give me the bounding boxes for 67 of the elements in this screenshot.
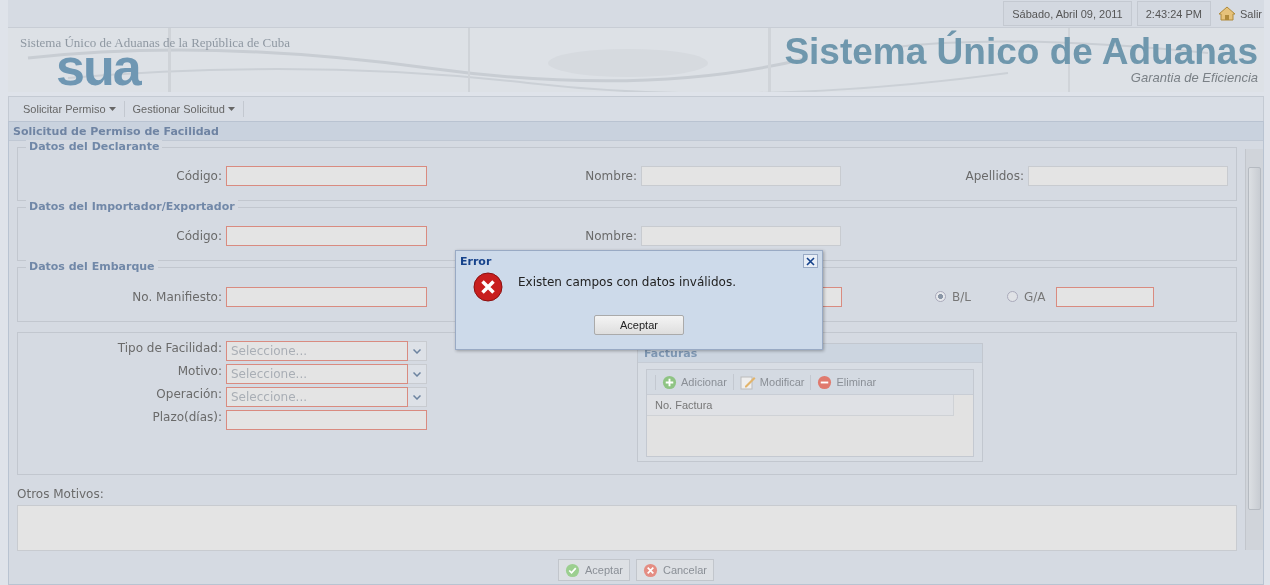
field-label: Nombre: xyxy=(584,229,637,243)
menu-item[interactable]: Gestionar Solicitud xyxy=(124,101,244,117)
error-icon xyxy=(472,271,504,303)
toolbar-button[interactable]: Eliminar xyxy=(810,374,883,390)
input-field[interactable] xyxy=(1055,287,1154,307)
logo: sua xyxy=(56,47,140,87)
fieldset-legend: Datos del Declarante xyxy=(26,140,163,153)
input-field[interactable] xyxy=(226,166,427,186)
dropdown-trigger[interactable] xyxy=(408,387,427,407)
field-label: Otros Motivos: xyxy=(17,487,105,501)
field-label: Código: xyxy=(175,169,222,183)
plus-icon xyxy=(662,374,677,390)
form-button[interactable]: Aceptar xyxy=(558,559,630,581)
dropdown-field[interactable]: Seleccione... xyxy=(226,387,408,407)
minus-icon xyxy=(817,374,833,390)
dropdown-field[interactable]: Seleccione... xyxy=(226,341,408,361)
dialog-title: Error xyxy=(460,254,492,268)
radio-option[interactable]: B/L xyxy=(935,289,971,304)
field-label: No. Manifiesto: xyxy=(131,289,222,304)
input-field[interactable] xyxy=(641,166,841,186)
radio-button[interactable] xyxy=(1006,291,1018,302)
check-icon xyxy=(565,562,580,578)
scrollbar[interactable] xyxy=(1245,149,1263,550)
chevron-down-icon xyxy=(413,348,421,354)
field-label: Operación: xyxy=(155,387,222,403)
panel-title: Solicitud de Permiso de Facilidad xyxy=(9,122,1263,141)
form-button[interactable]: Cancelar xyxy=(635,559,714,581)
input-field[interactable] xyxy=(226,286,427,307)
menu-item[interactable]: Solicitar Permiso xyxy=(15,101,125,117)
toolbar-button[interactable]: Modificar xyxy=(732,374,811,390)
radio-button[interactable] xyxy=(935,291,946,302)
close-icon xyxy=(642,562,658,578)
field-label: Apellidos: xyxy=(964,169,1024,183)
fieldset-legend: Datos del Embarque xyxy=(26,260,158,273)
caret-icon xyxy=(227,107,235,111)
header-caption: Sistema Único de Aduanas de la República de Cuba xyxy=(20,35,291,50)
field-label: Código: xyxy=(175,229,222,243)
radio-option[interactable]: G/A xyxy=(1006,289,1046,304)
pencil-icon xyxy=(739,374,756,390)
dialog-ok-button[interactable]: Aceptar xyxy=(594,315,684,335)
chevron-down-icon xyxy=(413,371,421,377)
dropdown-trigger[interactable] xyxy=(408,341,427,361)
toolbar-button[interactable]: Adicionar xyxy=(655,374,733,390)
dropdown-trigger[interactable] xyxy=(408,364,427,384)
dropdown-field[interactable]: Seleccione... xyxy=(226,364,408,384)
input-field[interactable] xyxy=(641,226,841,246)
app-title: Sistema Único de Aduanas xyxy=(784,32,1258,72)
field-label: Plazo(días): xyxy=(151,410,222,426)
date-label: Sábado, Abril 09, 2011 xyxy=(1003,1,1132,26)
dialog-message: Existen campos con datos inválidos. xyxy=(518,275,736,289)
input-field[interactable] xyxy=(1028,166,1228,186)
field-label: Tipo de Facilidad: xyxy=(116,341,222,357)
logout-link[interactable]: Salir xyxy=(1216,6,1264,21)
fieldset-legend: Datos del Importador/Exportador xyxy=(26,200,238,213)
time-label: 2:43:24 PM xyxy=(1136,1,1211,26)
column-header[interactable]: No. Factura xyxy=(647,395,954,416)
chevron-down-icon xyxy=(413,394,421,400)
text-area[interactable] xyxy=(17,505,1237,551)
caret-icon xyxy=(108,107,116,111)
house-icon xyxy=(1218,6,1236,21)
close-button[interactable] xyxy=(803,254,818,268)
close-icon xyxy=(806,256,815,266)
field-label: Nombre: xyxy=(584,169,637,183)
slogan: Garantia de Eficiencia xyxy=(1130,70,1258,85)
input-field[interactable] xyxy=(226,226,427,246)
input-field[interactable] xyxy=(226,410,427,430)
field-label: Motivo: xyxy=(176,364,222,380)
